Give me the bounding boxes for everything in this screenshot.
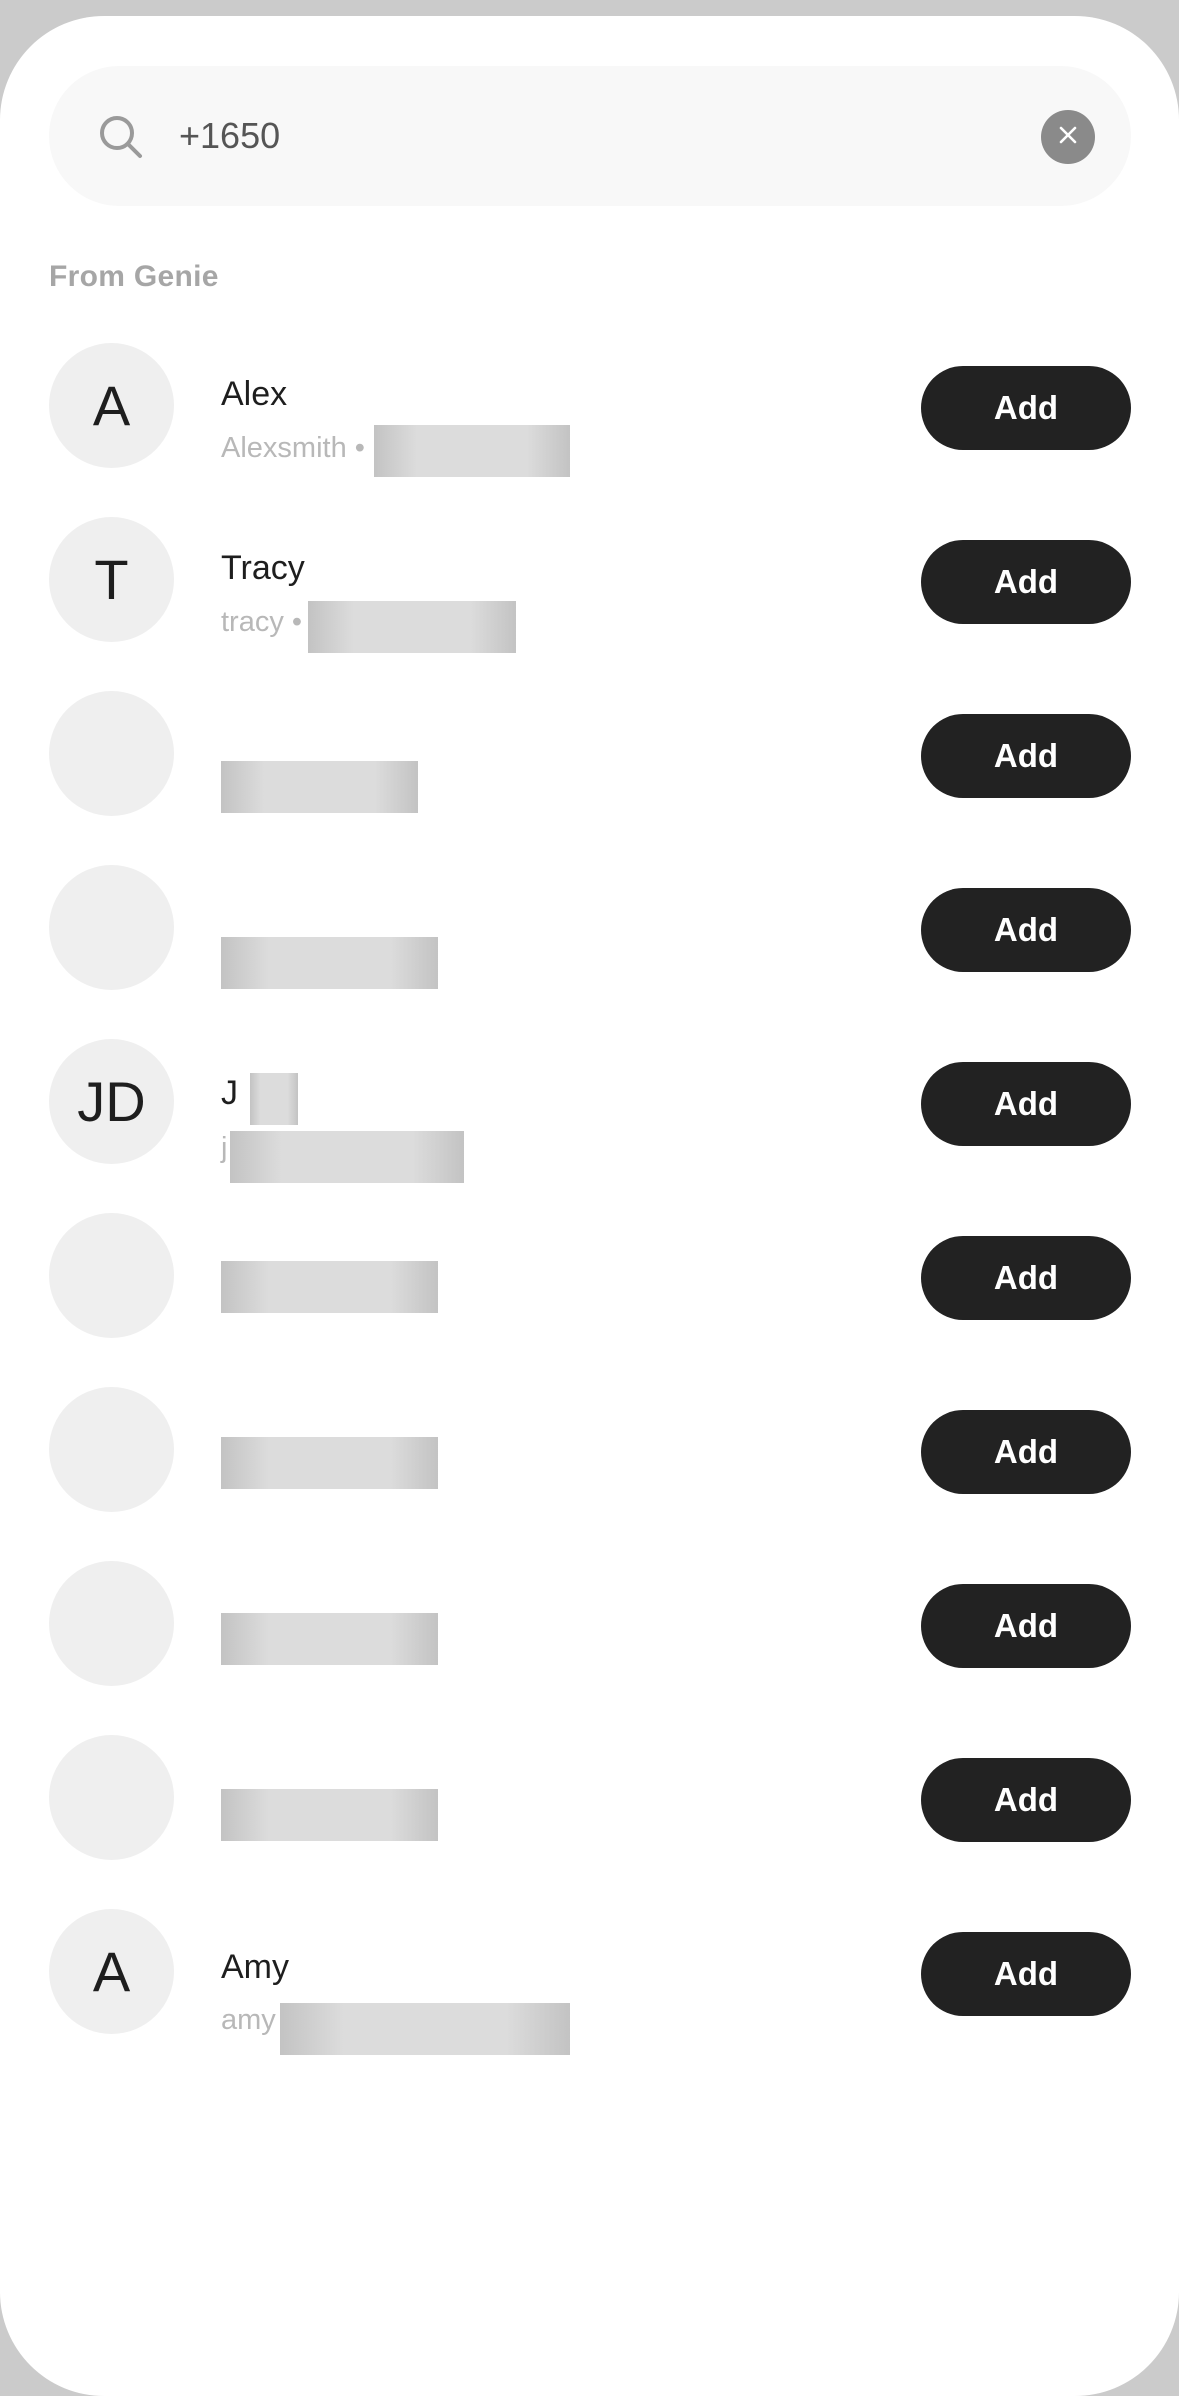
contact-row: Add [0, 1206, 1179, 1380]
clear-search-button[interactable] [1041, 110, 1095, 164]
contact-row: Add [0, 858, 1179, 1032]
add-button[interactable]: Add [921, 1932, 1131, 2016]
search-bar[interactable] [49, 66, 1131, 206]
add-button[interactable]: Add [921, 1758, 1131, 1842]
contact-list: A Alex Alexsmith • Add T Tracy tracy • A… [0, 336, 1179, 2076]
add-button[interactable]: Add [921, 1410, 1131, 1494]
contact-handle: amy [221, 2004, 276, 2036]
contact-row: A Amy amy Add [0, 1902, 1179, 2076]
redacted-block [221, 761, 418, 813]
avatar [49, 691, 174, 816]
avatar [49, 1735, 174, 1860]
redacted-block [221, 1789, 438, 1841]
avatar [49, 865, 174, 990]
add-button[interactable]: Add [921, 1062, 1131, 1146]
add-button[interactable]: Add [921, 888, 1131, 972]
add-button[interactable]: Add [921, 1584, 1131, 1668]
avatar: A [49, 343, 174, 468]
redacted-block [230, 1131, 464, 1183]
contact-row: A Alex Alexsmith • Add [0, 336, 1179, 510]
redacted-block [221, 1613, 438, 1665]
add-button[interactable]: Add [921, 1236, 1131, 1320]
redacted-block [374, 425, 570, 477]
contact-row: T Tracy tracy • Add [0, 510, 1179, 684]
add-button[interactable]: Add [921, 366, 1131, 450]
avatar: T [49, 517, 174, 642]
contact-name: Alex [221, 375, 288, 413]
search-input[interactable] [179, 104, 999, 168]
redacted-block [280, 2003, 570, 2055]
avatar [49, 1387, 174, 1512]
contact-row: Add [0, 1554, 1179, 1728]
search-icon [98, 114, 144, 160]
close-icon [1058, 125, 1078, 150]
avatar: JD [49, 1039, 174, 1164]
add-button[interactable]: Add [921, 540, 1131, 624]
contact-row: Add [0, 684, 1179, 858]
contact-handle: Alexsmith • [221, 432, 365, 464]
redacted-block [308, 601, 516, 653]
contact-handle: tracy • [221, 606, 303, 638]
avatar [49, 1213, 174, 1338]
contact-handle: j [221, 1132, 228, 1164]
avatar [49, 1561, 174, 1686]
section-header: From Genie [49, 260, 219, 293]
bottom-sheet: From Genie A Alex Alexsmith • Add T Trac… [0, 16, 1179, 2396]
contact-row: JD J j Add [0, 1032, 1179, 1206]
redacted-block [221, 1437, 438, 1489]
contact-name: Amy [221, 1948, 289, 1986]
add-button[interactable]: Add [921, 714, 1131, 798]
redacted-block [250, 1073, 298, 1125]
contact-row: Add [0, 1380, 1179, 1554]
redacted-block [221, 1261, 438, 1313]
redacted-block [221, 937, 438, 989]
contact-row: Add [0, 1728, 1179, 1902]
contact-name: J [221, 1074, 238, 1112]
avatar: A [49, 1909, 174, 2034]
contact-name: Tracy [221, 549, 305, 587]
